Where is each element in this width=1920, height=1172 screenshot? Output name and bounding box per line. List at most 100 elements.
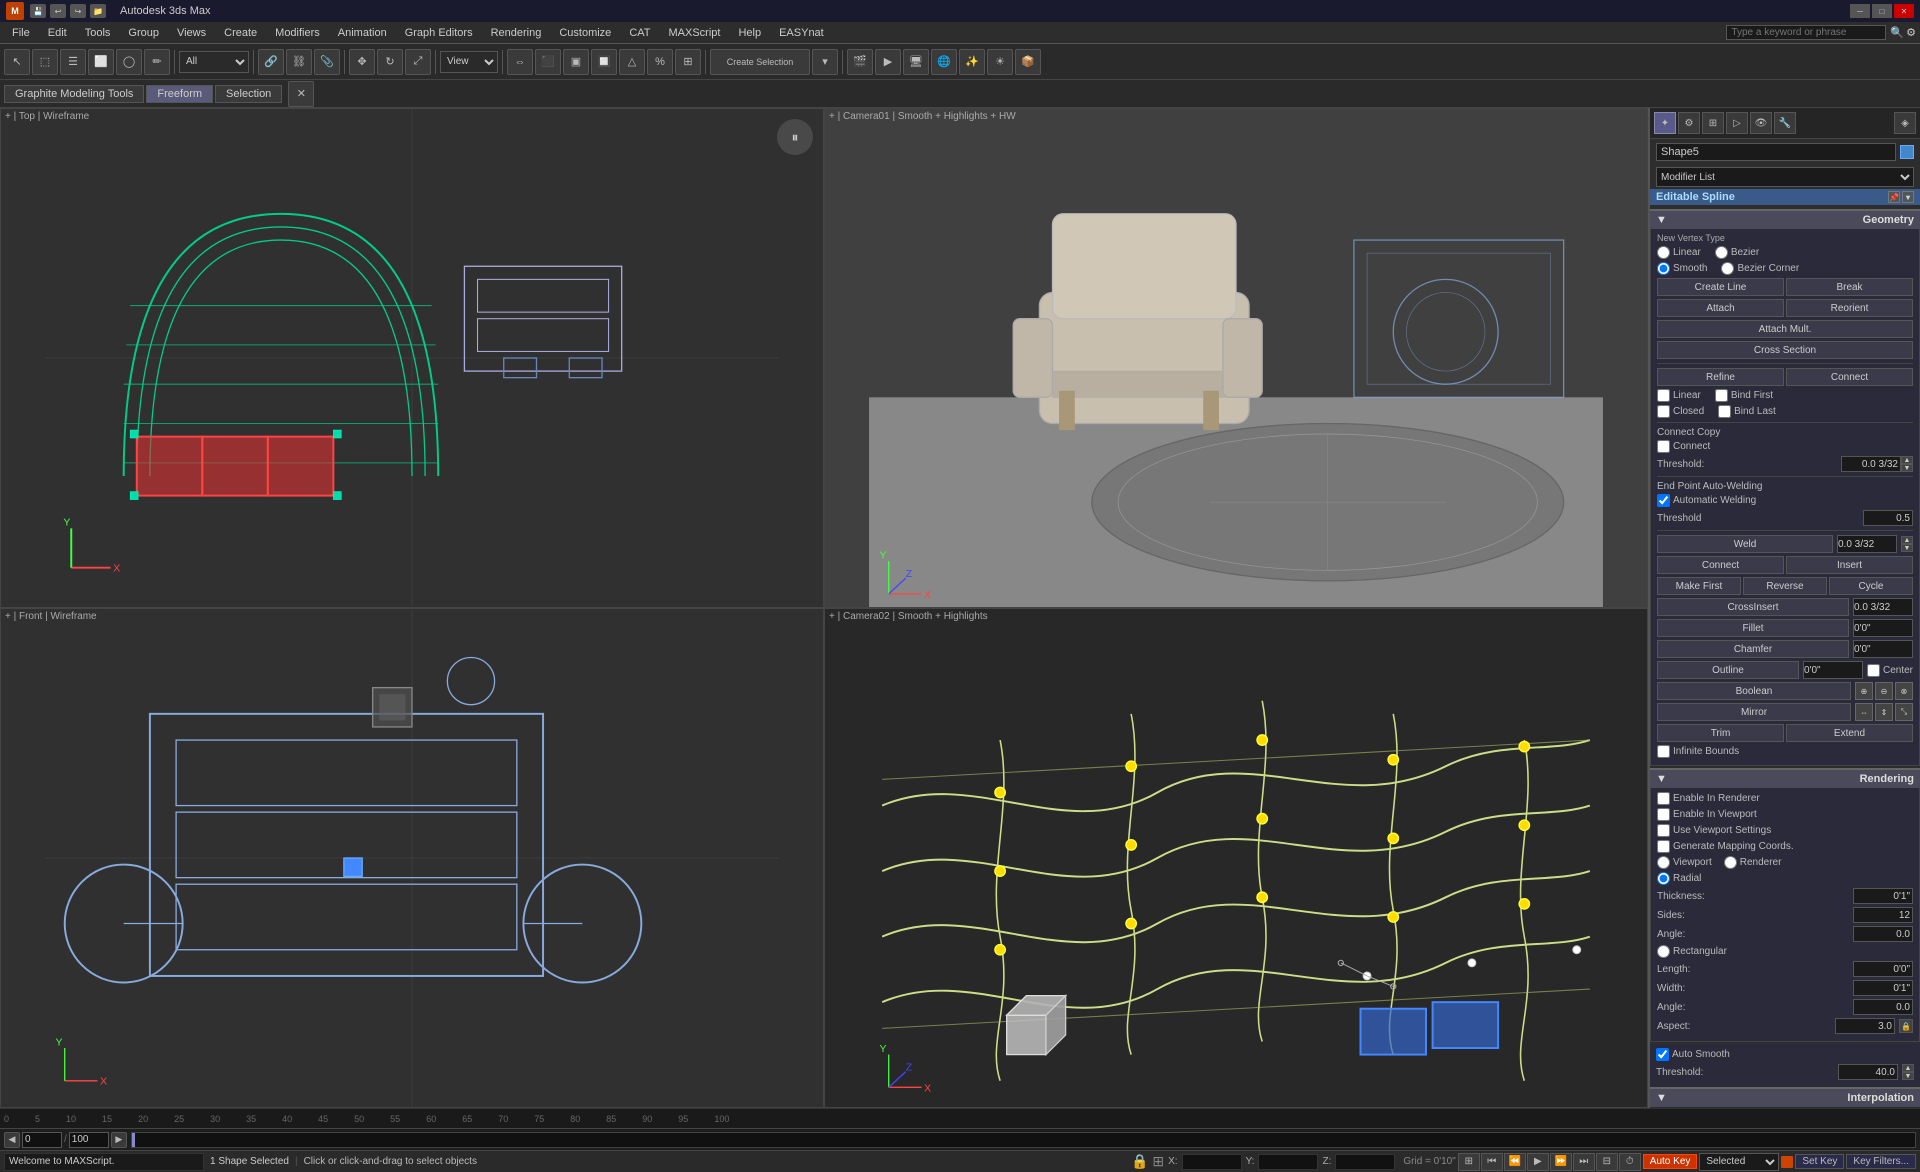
crossinsert-btn[interactable]: CrossInsert [1657, 598, 1849, 616]
create-selection-arrow[interactable]: ▾ [812, 49, 838, 75]
settings-icon[interactable]: ⚙ [1906, 26, 1916, 39]
menu-graph-editors[interactable]: Graph Editors [397, 25, 481, 41]
bool-subtract-icon[interactable]: ⊖ [1875, 682, 1893, 700]
render-setup-btn[interactable]: 🎬 [847, 49, 873, 75]
auto-smooth-check[interactable] [1656, 1048, 1669, 1061]
extend-btn[interactable]: Extend [1786, 724, 1913, 742]
boolean-btn[interactable]: Boolean [1657, 682, 1851, 700]
menu-easynat[interactable]: EASYnat [771, 25, 832, 41]
track-frame-input[interactable] [22, 1132, 62, 1148]
next-frame-btn[interactable]: ⏩ [1550, 1153, 1572, 1171]
geometry-header[interactable]: ▼ Geometry [1650, 209, 1920, 229]
rotate-btn[interactable]: ↻ [377, 49, 403, 75]
menu-cat[interactable]: CAT [621, 25, 658, 41]
weld-up-btn[interactable]: ▲ [1901, 536, 1913, 544]
bool-union-icon[interactable]: ⊕ [1855, 682, 1873, 700]
angle-input[interactable] [1853, 926, 1913, 942]
auto-smooth-up-btn[interactable]: ▲ [1902, 1064, 1914, 1072]
menu-file[interactable]: File [4, 25, 38, 41]
tab-graphite-modeling[interactable]: Graphite Modeling Tools [4, 85, 144, 103]
play-btn[interactable]: ▶ [1527, 1153, 1549, 1171]
connect-btn[interactable]: Connect [1786, 368, 1913, 386]
snap-toggle-btn[interactable]: 🔲 [591, 49, 617, 75]
weld-input[interactable] [1837, 535, 1897, 553]
attach-btn[interactable]: Attach [1657, 299, 1784, 317]
thickness-input[interactable] [1853, 888, 1913, 904]
viewport-settings-check[interactable] [1657, 824, 1670, 837]
cross-section-btn[interactable]: Cross Section [1657, 341, 1913, 359]
prev-frame-btn[interactable]: ⏪ [1504, 1153, 1526, 1171]
snap-spinner-btn[interactable]: ⊞ [675, 49, 701, 75]
object-color-swatch[interactable] [1900, 145, 1914, 159]
z-input[interactable] [1335, 1154, 1395, 1170]
exposure-btn[interactable]: ☀ [987, 49, 1013, 75]
scale-btn[interactable]: ⤢ [405, 49, 431, 75]
mapping-check[interactable] [1657, 840, 1670, 853]
vtx-linear-radio[interactable] [1657, 246, 1670, 259]
environment-btn[interactable]: 🌐 [931, 49, 957, 75]
unlink-btn[interactable]: ⛓ [286, 49, 312, 75]
key-mode-btn[interactable]: ⊞ [1458, 1153, 1480, 1171]
auto-smooth-threshold-input[interactable] [1838, 1064, 1898, 1080]
modifier-pin-btn[interactable]: 📌 [1888, 191, 1900, 203]
active-modifier[interactable]: Editable Spline 📌 ▾ [1650, 189, 1920, 205]
rendering-header[interactable]: ▼ Rendering [1650, 768, 1920, 788]
angle2-input[interactable] [1853, 999, 1913, 1015]
close-button[interactable]: ✕ [1894, 4, 1914, 18]
selected-dropdown[interactable]: Selected [1699, 1153, 1779, 1171]
undo-icon[interactable]: ↩ [50, 4, 66, 18]
panel-icon-utilities[interactable]: 🔧 [1774, 112, 1796, 134]
active-viewport-btn[interactable]: 🖥 [903, 49, 929, 75]
mirror-btn[interactable]: ⇔ [507, 49, 533, 75]
asset-btn[interactable]: 📦 [1015, 49, 1041, 75]
x-input[interactable] [1182, 1154, 1242, 1170]
play-forward-btn[interactable]: ⏭ [1573, 1153, 1595, 1171]
track-total-input[interactable] [69, 1132, 109, 1148]
redo-icon[interactable]: ↪ [70, 4, 86, 18]
menu-group[interactable]: Group [120, 25, 167, 41]
search-icon[interactable]: 🔍 [1890, 26, 1904, 39]
viewport-br[interactable]: + | Camera02 | Smooth + Highlights [824, 608, 1648, 1108]
menu-maxscript[interactable]: MAXScript [661, 25, 729, 41]
attach-mult-btn[interactable]: Attach Mult. [1657, 320, 1913, 338]
search-input[interactable] [1726, 25, 1886, 40]
minimize-button[interactable]: ─ [1850, 4, 1870, 18]
frame-input-btn[interactable]: ⊟ [1596, 1153, 1618, 1171]
vtx-bezier-radio[interactable] [1715, 246, 1728, 259]
select-filter-dropdown[interactable]: All Geometry Shapes [179, 51, 249, 73]
mirror-y-icon[interactable]: ⇕ [1875, 703, 1893, 721]
auto-smooth-down-btn[interactable]: ▼ [1902, 1072, 1914, 1080]
create-selection-btn[interactable]: Create Selection [710, 49, 810, 75]
width-input[interactable] [1853, 980, 1913, 996]
bind-last-check[interactable] [1718, 405, 1731, 418]
lock-icon[interactable]: 🔒 [1131, 1153, 1148, 1170]
select-by-name-btn[interactable]: ☰ [60, 49, 86, 75]
move-btn[interactable]: ✥ [349, 49, 375, 75]
align-view-btn[interactable]: ▣ [563, 49, 589, 75]
radial-radio[interactable] [1657, 872, 1670, 885]
menu-views[interactable]: Views [169, 25, 214, 41]
panel-icon-geometry[interactable]: ◈ [1894, 112, 1916, 134]
toolbar2-close[interactable]: ✕ [288, 81, 314, 107]
panel-icon-motion[interactable]: ▷ [1726, 112, 1748, 134]
make-first-btn[interactable]: Make First [1657, 577, 1741, 595]
weld-btn[interactable]: Weld [1657, 535, 1833, 553]
menu-animation[interactable]: Animation [330, 25, 395, 41]
break-btn[interactable]: Break [1786, 278, 1913, 296]
vtx-smooth-radio[interactable] [1657, 262, 1670, 275]
reorient-btn[interactable]: Reorient [1786, 299, 1913, 317]
modifier-list-dropdown[interactable]: Modifier List [1656, 167, 1914, 187]
paint-select-btn[interactable]: ✏ [144, 49, 170, 75]
menu-modifiers[interactable]: Modifiers [267, 25, 328, 41]
tab-freeform[interactable]: Freeform [146, 85, 213, 103]
cycle-btn[interactable]: Cycle [1829, 577, 1913, 595]
set-key-btn[interactable]: Set Key [1795, 1154, 1844, 1169]
viewport-tl[interactable]: + | Top | Wireframe [0, 108, 824, 608]
outline-btn[interactable]: Outline [1657, 661, 1799, 679]
length-input[interactable] [1853, 961, 1913, 977]
menu-help[interactable]: Help [730, 25, 769, 41]
trim-btn[interactable]: Trim [1657, 724, 1784, 742]
refine-btn[interactable]: Refine [1657, 368, 1784, 386]
align-btn[interactable]: ⬛ [535, 49, 561, 75]
aspect-lock-btn[interactable]: 🔒 [1899, 1019, 1913, 1033]
